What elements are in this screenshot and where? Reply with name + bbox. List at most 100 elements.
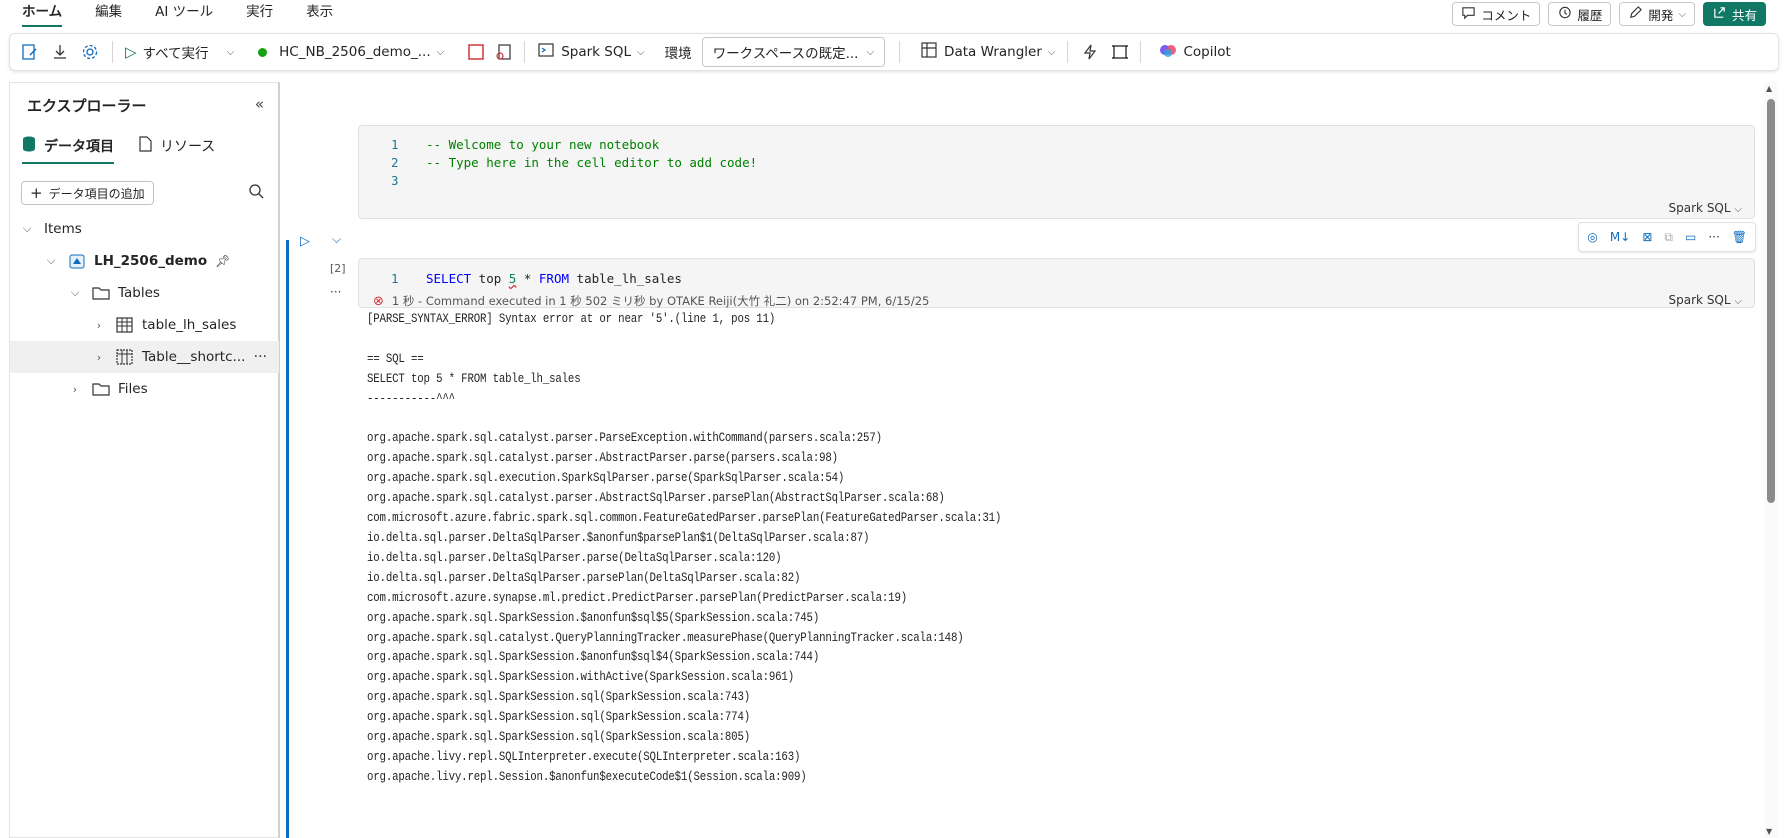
tab-resources-label: リソース	[160, 139, 216, 155]
tree-item-tables[interactable]: ⌵ Tables	[10, 277, 279, 309]
tree-item-table-shortcut[interactable]: › Table__shortc... ···	[10, 341, 279, 373]
copilot-icon	[1159, 41, 1177, 63]
chevron-right-icon[interactable]: ›	[68, 383, 82, 396]
scroll-up-icon[interactable]: ▲	[1766, 84, 1772, 93]
tab-ai-tools[interactable]: AI ツール	[144, 0, 224, 28]
tab-home[interactable]: ホーム	[11, 0, 73, 28]
output-more-icon[interactable]: ···	[330, 285, 341, 299]
tab-data-items[interactable]: データ項目	[22, 131, 114, 164]
run-all-chevron-icon[interactable]: ⌵	[227, 47, 235, 58]
chevron-down-icon[interactable]: ⌵	[20, 222, 34, 236]
develop-button[interactable]: 開発 ⌵	[1619, 2, 1695, 26]
tree-label-files: Files	[118, 381, 148, 397]
chevron-down-icon[interactable]: ⌵	[44, 254, 58, 268]
lakehouse-icon	[68, 252, 86, 270]
run-cell-icon[interactable]: ▷	[300, 234, 310, 249]
share-icon	[1712, 5, 1727, 23]
history-icon	[1557, 5, 1572, 23]
scroll-down-icon[interactable]: ▼	[1766, 827, 1772, 836]
line-number: 1	[391, 137, 399, 152]
code-text: *	[516, 271, 539, 286]
menu-bar: ホーム 編集 AI ツール 実行 表示 コメント 履歴 開発 ⌵ 共有	[0, 0, 1788, 28]
chevron-down-icon: ⌵	[436, 46, 445, 58]
language-selector[interactable]: Spark SQL ⌵	[531, 38, 650, 66]
cell-toolbar: ◎ M↓ ⊠ ⧉ ▭ ··· 🗑︎	[1578, 222, 1756, 252]
copilot-label: Copilot	[1183, 44, 1231, 60]
copy-icon[interactable]: ⧉	[1664, 230, 1673, 245]
chevron-down-icon: ⌵	[866, 46, 875, 58]
comment-cell-icon[interactable]: ▭	[1685, 230, 1696, 244]
run-all-button[interactable]: ▷ すべて実行	[119, 38, 215, 66]
tab-run[interactable]: 実行	[235, 0, 284, 28]
tab-resources[interactable]: リソース	[138, 131, 215, 161]
stop-icon[interactable]	[466, 42, 486, 62]
notebook-scrollbar[interactable]: ▲ ▼	[1764, 82, 1778, 838]
share-button[interactable]: 共有	[1702, 2, 1766, 26]
cell-collapse-icon[interactable]: ⌵	[332, 232, 341, 247]
chevron-down-icon: ⌵	[1734, 296, 1742, 307]
notebook-canvas: 1 -- Welcome to your new notebook 2 -- T…	[283, 82, 1778, 838]
code-text: top	[471, 271, 509, 286]
language-label: Spark SQL	[561, 44, 631, 60]
tree-item-lakehouse[interactable]: ⌵ LH_2506_demo 📌︎	[10, 245, 279, 277]
tab-edit[interactable]: 編集	[84, 0, 133, 28]
code-cell-2[interactable]: 1 SELECT top 5 * FROM table_lh_sales ⊗ 1…	[358, 258, 1755, 309]
code-line[interactable]: SELECT top 5 * FROM table_lh_sales	[426, 271, 682, 286]
more-options-icon[interactable]: ···	[254, 349, 267, 365]
code-line[interactable]: -- Welcome to your new notebook	[426, 137, 659, 152]
tab-view[interactable]: 表示	[295, 0, 344, 28]
frame-icon[interactable]	[1110, 42, 1130, 62]
folder-icon	[92, 381, 110, 397]
clear-output-icon[interactable]: ⊠	[1642, 230, 1652, 244]
data-wrangler-label: Data Wrangler	[944, 44, 1042, 60]
code-text: table_lh_sales	[569, 271, 682, 286]
code-line[interactable]: -- Type here in the cell editor to add c…	[426, 155, 757, 170]
line-number: 1	[391, 271, 399, 286]
connect-icon[interactable]	[494, 42, 514, 62]
code-cell-1[interactable]: 1 -- Welcome to your new notebook 2 -- T…	[358, 125, 1755, 219]
chevron-down-icon: ⌵	[637, 46, 645, 58]
pencil-icon	[1628, 5, 1643, 23]
tree-item-table-lh-sales[interactable]: › table_lh_sales	[10, 309, 279, 341]
chevron-down-icon: ⌵	[1734, 204, 1742, 215]
data-wrangler-button[interactable]: Data Wrangler ⌵	[914, 38, 1061, 66]
session-selector[interactable]: HC_NB_2506_demo_... ⌵	[252, 38, 450, 66]
shortcut-table-icon	[116, 349, 134, 365]
search-icon[interactable]	[248, 183, 264, 203]
collapse-panel-icon[interactable]: «	[255, 95, 264, 113]
tree-label-items: Items	[44, 221, 82, 237]
comment-icon	[1461, 5, 1476, 23]
language-icon	[537, 41, 555, 63]
add-data-items-button[interactable]: + データ項目の追加	[21, 181, 154, 205]
tree-item-files[interactable]: › Files	[10, 373, 279, 405]
download-icon[interactable]	[50, 42, 70, 62]
error-icon: ⊗	[373, 293, 384, 309]
database-icon	[22, 136, 36, 156]
gear-icon[interactable]	[80, 42, 100, 62]
cell-output-error: [PARSE_SYNTAX_ERROR] Syntax error at or …	[367, 312, 1002, 784]
scrollbar-thumb[interactable]	[1767, 99, 1775, 503]
explorer-panel: エクスプローラー « データ項目 リソース + データ項目の追加 ⌵ Items…	[9, 82, 280, 838]
tree-label-table2: Table__shortc...	[142, 349, 246, 365]
environment-dropdown[interactable]: ワークスペースの既定... ⌵	[701, 37, 886, 67]
toolbar-divider	[524, 41, 526, 63]
cell-language-label: Spark SQL	[1668, 201, 1731, 215]
copilot-cell-icon[interactable]: ◎	[1587, 230, 1597, 244]
active-cell-indicator	[286, 240, 289, 838]
toolbar-divider	[1140, 41, 1142, 63]
notebook-edit-icon[interactable]	[20, 42, 40, 62]
pin-icon[interactable]: 📌︎	[215, 254, 230, 268]
tree-item-items[interactable]: ⌵ Items	[10, 213, 279, 245]
copilot-button[interactable]: Copilot	[1153, 38, 1236, 66]
history-button[interactable]: 履歴	[1548, 2, 1612, 26]
chevron-right-icon[interactable]: ›	[92, 351, 106, 364]
markdown-toggle[interactable]: M↓	[1610, 230, 1630, 244]
cell-language-selector[interactable]: Spark SQL ⌵	[1669, 201, 1742, 215]
delete-icon[interactable]: 🗑︎	[1732, 230, 1747, 244]
comment-button[interactable]: コメント	[1452, 2, 1541, 26]
chevron-down-icon[interactable]: ⌵	[68, 286, 82, 300]
chevron-right-icon[interactable]: ›	[92, 319, 106, 332]
cell-language-selector[interactable]: Spark SQL ⌵	[1669, 293, 1742, 307]
more-options-icon[interactable]: ···	[1708, 230, 1719, 244]
lightning-icon[interactable]	[1080, 42, 1100, 62]
